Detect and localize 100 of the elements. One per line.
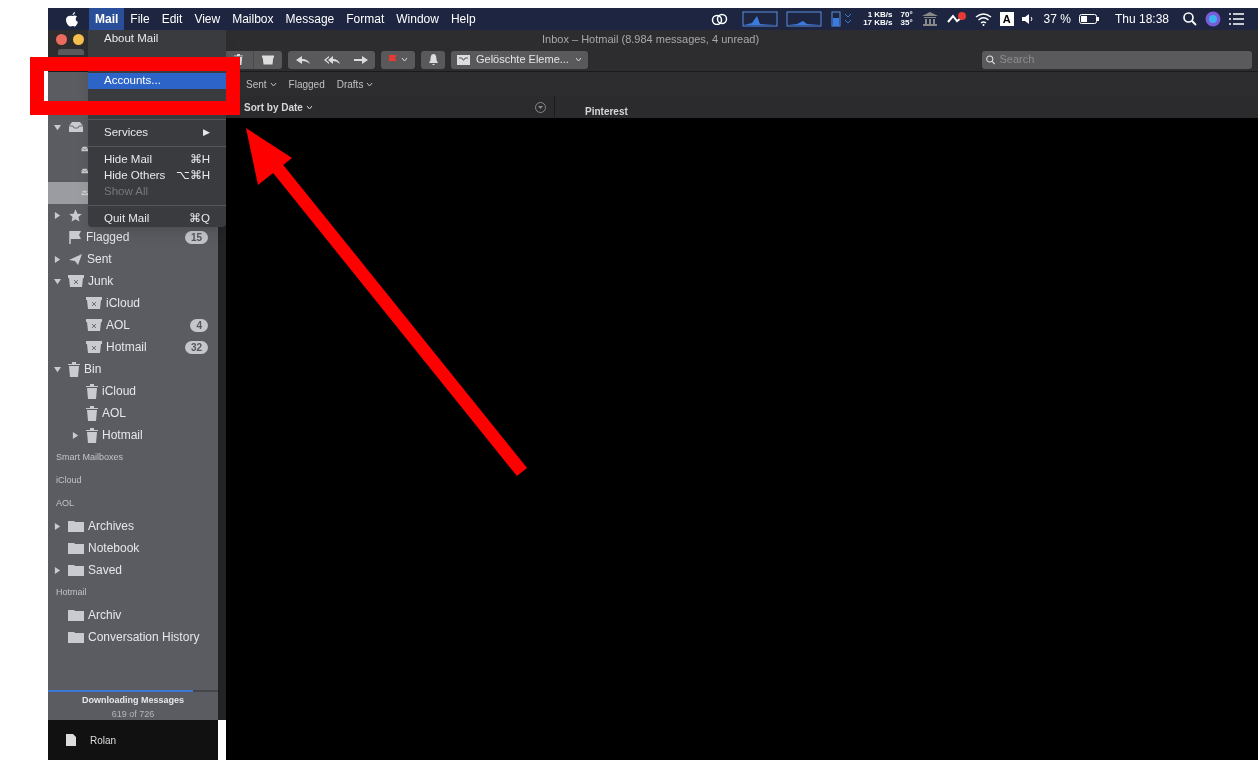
star-icon: [68, 207, 83, 223]
collapsed-triangle-icon[interactable]: [54, 566, 61, 574]
sidebar-item[interactable]: iCloud: [48, 292, 218, 314]
sidebar-item[interactable]: Archives: [48, 515, 218, 537]
menu-bar-item[interactable]: Window: [390, 8, 445, 30]
folder-icon: [68, 564, 84, 576]
close-window-button[interactable]: [56, 33, 67, 45]
activity-title: Downloading Messages: [82, 694, 184, 707]
junk-icon: [68, 275, 84, 287]
favorite-mailbox-button[interactable]: Sent: [246, 76, 277, 92]
sidebar-item[interactable]: Flagged 15: [48, 226, 218, 248]
expanded-triangle-icon[interactable]: [54, 277, 61, 285]
filter-icon[interactable]: [535, 101, 546, 113]
clock[interactable]: Thu 18:38: [1114, 10, 1169, 28]
battery-icon[interactable]: [1078, 14, 1099, 24]
flag-button[interactable]: [381, 50, 415, 69]
section-heading: Smart Mailboxes: [55, 450, 125, 464]
menu-item[interactable]: Hide Mail ⌘H: [88, 152, 226, 168]
activity-detail: 619 of 726: [111, 707, 155, 721]
sidebar-item[interactable]: Saved: [48, 559, 218, 581]
cloud-icon[interactable]: [711, 13, 730, 25]
junk-icon: [262, 54, 274, 65]
chevron-down-icon: [269, 81, 277, 87]
tray-icon: [457, 54, 470, 65]
forward-icon: [352, 54, 369, 65]
search-icon[interactable]: [1183, 12, 1197, 26]
window-title: Inbox – Hotmail (8.984 messages, 4 unread): [542, 31, 760, 47]
menu-bar-item[interactable]: Mail: [89, 8, 125, 30]
folder-icon: [68, 542, 84, 554]
trash-icon: [86, 405, 98, 421]
menu-item[interactable]: Accounts...: [88, 73, 226, 89]
collapsed-triangle-icon[interactable]: [72, 431, 79, 439]
menu-item[interactable]: Quit Mail ⌘Q: [88, 211, 226, 227]
sidebar-item[interactable]: iCloud: [48, 380, 218, 402]
folder-icon: [68, 520, 84, 532]
trash-icon: [86, 427, 98, 443]
reply-all-icon: [323, 54, 340, 65]
chevron-down-icon: [400, 57, 408, 62]
flag-icon: [68, 230, 82, 244]
temperature-reading: 70°: [900, 11, 913, 19]
junk-icon: [86, 341, 102, 353]
notification-bell-button[interactable]: [421, 50, 445, 69]
sidebar-item[interactable]: Sent: [48, 248, 218, 270]
collapsed-triangle-icon[interactable]: [54, 255, 61, 263]
unread-count: 32: [184, 340, 208, 354]
sidebar-item[interactable]: AOL 4: [48, 314, 218, 336]
trash-icon: [234, 54, 243, 65]
sidebar-item[interactable]: Hotmail: [48, 424, 218, 446]
expanded-triangle-icon[interactable]: [54, 365, 61, 373]
wifi-icon[interactable]: [974, 12, 992, 26]
menu-bar-item[interactable]: Edit: [155, 8, 189, 30]
menu-item[interactable]: Hide Others ⌥⌘H: [88, 168, 226, 184]
message-sender: Pinterest: [585, 106, 628, 118]
upload-speed: 1 KB/s: [867, 11, 893, 19]
sidebar-item[interactable]: Bin: [48, 358, 218, 380]
sidebar-item[interactable]: Conversation History: [48, 626, 218, 648]
section-heading: AOL: [55, 496, 75, 510]
move-to-mailbox-dropdown[interactable]: Gelöschte Eleme...: [451, 50, 588, 69]
trash-icon: [68, 361, 80, 377]
sidebar-item[interactable]: Archiv: [48, 604, 218, 626]
chevron-down-icon: [366, 81, 374, 87]
favorite-mailbox-button[interactable]: Drafts: [336, 76, 374, 92]
inbox-icon: [68, 121, 84, 133]
menu-bar-item[interactable]: View: [188, 8, 227, 30]
input-source-indicator[interactable]: A: [999, 12, 1014, 26]
download-speed: 17 KB/s: [863, 19, 893, 27]
menu-item[interactable]: Services ▶: [88, 125, 226, 141]
sidebar-item[interactable]: Junk: [48, 270, 218, 292]
sort-menu[interactable]: Sort by Date: [244, 99, 313, 115]
temperature-reading: 35°: [900, 19, 913, 27]
menu-item[interactable]: About Mail: [88, 31, 226, 47]
document-icon[interactable]: [66, 734, 76, 746]
favorite-mailbox-button[interactable]: Flagged: [288, 76, 325, 92]
temple-icon[interactable]: [920, 12, 939, 26]
collapsed-triangle-icon[interactable]: [54, 522, 61, 530]
menu-icon[interactable]: [1229, 13, 1244, 25]
unread-count: 4: [190, 318, 208, 332]
menu-bar-item[interactable]: Message: [279, 8, 341, 30]
battery-percentage: 37 %: [1043, 11, 1071, 28]
chevron-down-icon: [305, 104, 313, 110]
paper-plane-icon: [68, 252, 83, 266]
volume-icon[interactable]: [1021, 13, 1036, 25]
trash-icon: [86, 383, 98, 399]
assistant-orb-icon[interactable]: [1205, 11, 1221, 27]
menu-bar-item[interactable]: Format: [340, 8, 391, 30]
sidebar-item[interactable]: AOL: [48, 402, 218, 424]
expanded-triangle-icon[interactable]: [54, 123, 61, 131]
menu-bar-item[interactable]: Mailbox: [226, 8, 280, 30]
menu-item: Show All: [103, 184, 150, 200]
sidebar-item[interactable]: Hotmail 32: [48, 336, 218, 358]
menu-bar-item[interactable]: Help: [444, 8, 482, 30]
folder-icon: [68, 631, 84, 643]
section-heading: iCloud: [55, 473, 83, 487]
junk-icon: [86, 297, 102, 309]
menu-bar-item[interactable]: File: [124, 8, 156, 30]
collapsed-triangle-icon[interactable]: [54, 211, 61, 219]
sidebar-item[interactable]: Notebook: [48, 537, 218, 559]
minimize-window-button[interactable]: [73, 33, 84, 45]
apple-icon[interactable]: [66, 11, 79, 27]
folder-icon: [68, 609, 84, 621]
